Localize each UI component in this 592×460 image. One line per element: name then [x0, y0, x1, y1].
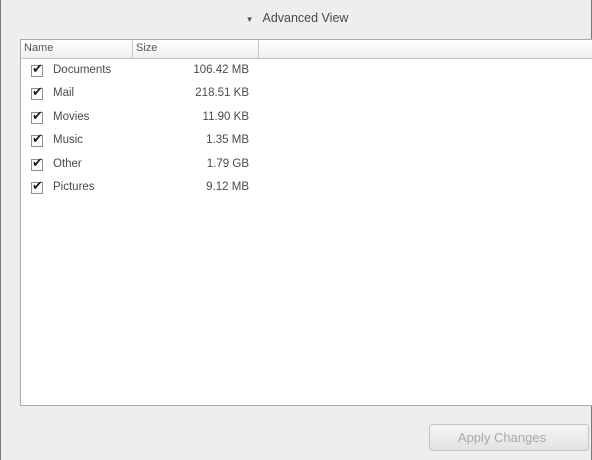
- folder-size: 106.42 MB: [193, 64, 249, 76]
- include-checkbox[interactable]: [31, 61, 43, 77]
- folder-name: Other: [53, 157, 82, 170]
- table-row: Pictures 9.12 MB: [21, 178, 592, 203]
- table-row: Movies 11.90 KB: [21, 108, 592, 133]
- column-header-name[interactable]: Name: [21, 40, 133, 58]
- folder-name: Documents: [53, 64, 112, 76]
- folder-size: 11.90 KB: [202, 110, 249, 123]
- folder-name: Mail: [53, 87, 75, 100]
- table-row: Other 1.79 GB: [21, 155, 592, 180]
- folders-table: Name Size Documents 106.42 MB Mail 218.5…: [20, 39, 592, 406]
- include-checkbox[interactable]: [31, 131, 43, 148]
- advanced-view-toggle[interactable]: ▼ Advanced View: [1, 9, 592, 27]
- include-checkbox[interactable]: [31, 108, 43, 124]
- advanced-view-label: Advanced View: [262, 11, 349, 25]
- table-row: Music 1.35 MB: [21, 131, 592, 156]
- table-rows: Documents 106.42 MB Mail 218.51 KB Movie…: [21, 61, 592, 203]
- include-checkbox[interactable]: [31, 178, 43, 194]
- folder-name: Music: [53, 134, 84, 147]
- include-checkbox[interactable]: [31, 155, 43, 171]
- table-header: Name Size: [21, 40, 592, 59]
- column-header-size[interactable]: Size: [133, 40, 259, 58]
- folder-size: 1.35 MB: [206, 134, 249, 147]
- apply-changes-button[interactable]: Apply Changes: [429, 424, 589, 451]
- folder-size: 9.12 MB: [206, 180, 249, 193]
- table-row: Mail 218.51 KB: [21, 84, 592, 109]
- folder-size: 1.79 GB: [206, 157, 249, 170]
- backup-window: ▼ Advanced View Name Size Documents 106.…: [0, 0, 592, 460]
- table-row: Documents 106.42 MB: [21, 61, 592, 86]
- folder-size: 218.51 KB: [195, 87, 249, 100]
- triangle-down-icon: ▼: [245, 14, 254, 24]
- folder-name: Movies: [53, 110, 90, 123]
- folder-name: Pictures: [53, 180, 95, 193]
- include-checkbox[interactable]: [31, 84, 43, 101]
